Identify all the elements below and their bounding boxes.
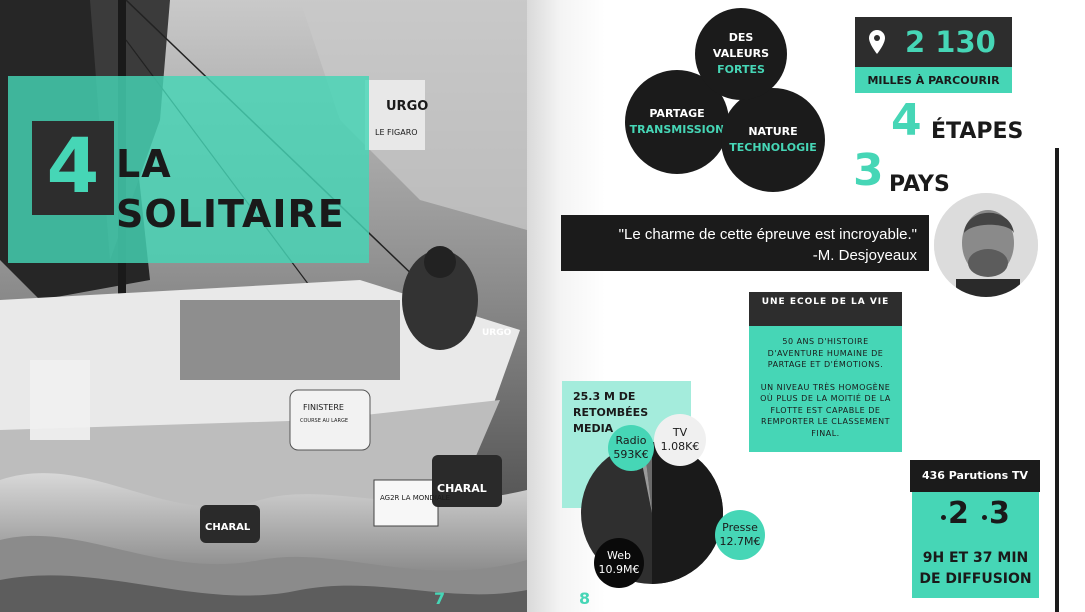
page-number-right: 8: [579, 589, 591, 608]
tv-duration: 9H ET 37 MIN DE DIFFUSION: [919, 550, 1032, 587]
title-number: 4: [46, 121, 100, 210]
distance-value-box: 2 130: [855, 17, 1012, 67]
web-label: Web: [607, 549, 631, 562]
cabin-text-2: COURSE AU LARGE: [300, 418, 348, 424]
radio-bubble: Radio 593K€: [608, 425, 654, 471]
nature-circle: NATURE TECHNOLOGIE: [721, 88, 825, 192]
hull-text-2: AG2R LA MONDIALE: [380, 494, 450, 502]
left-page: URGO LE FIGARO FINISTERE COURSE AU LARGE…: [0, 0, 527, 612]
values-line-3: FORTES: [717, 63, 765, 76]
radio-label: Radio: [615, 434, 647, 447]
portrait-image: [934, 193, 1038, 297]
tv-stats: 2 3 9H ET 37 MIN DE DIFFUSION: [912, 492, 1039, 598]
distance-value: 2 130: [905, 25, 996, 59]
title-line-2: SOLITAIRE: [116, 192, 345, 236]
title-line-1: LA: [116, 142, 172, 186]
radio-value: 593K€: [613, 448, 649, 461]
right-page: DES VALEURS FORTES PARTAGE TRANSMISSION …: [527, 0, 1085, 612]
bullet-dot: [982, 515, 987, 520]
distance-label: MILLES À PARCOURIR: [855, 67, 1012, 93]
quote-author: -M. Desjoyeaux: [812, 247, 917, 264]
school-body: 50 ANS D'HISTOIRE D'AVENTURE HUMAINE DE …: [749, 326, 902, 452]
tv-number-1: 2: [948, 496, 969, 531]
boat-sign-text: URGO: [482, 328, 512, 338]
nature-line-1: NATURE: [748, 125, 798, 138]
hull-text-3: CHARAL: [205, 522, 251, 533]
bullet-dot: [941, 515, 946, 520]
tv-label: TV: [672, 426, 688, 439]
press-label: Presse: [722, 521, 758, 534]
stages-number: 4: [891, 95, 922, 146]
school-paragraph-2: UN NIVEAU TRÈS HOMOGÈNE OÙ PLUS DE LA MO…: [760, 382, 891, 438]
press-value: 12.7M€: [719, 535, 761, 548]
cabin-text-1: FINISTERE: [303, 403, 344, 412]
sail-brand-text: URGO: [386, 99, 428, 114]
web-value: 10.9M€: [598, 563, 640, 576]
countries-label: PAYS: [889, 172, 950, 197]
sail-sub-text: LE FIGARO: [375, 128, 418, 137]
map-pin-icon: [869, 30, 885, 54]
tv-heading: 436 Parutions TV: [910, 460, 1040, 492]
press-bubble: Presse 12.7M€: [715, 510, 765, 560]
countries-number: 3: [853, 145, 884, 196]
sharing-line-1: PARTAGE: [649, 107, 705, 120]
quote-box: "Le charme de cette épreuve est incroyab…: [561, 215, 929, 271]
tv-number-2: 3: [989, 496, 1010, 531]
nature-line-2: TECHNOLOGIE: [729, 141, 817, 154]
web-bubble: Web 10.9M€: [594, 538, 644, 588]
page-number-left: 7: [434, 589, 446, 608]
values-circle: DES VALEURS FORTES: [695, 8, 787, 100]
values-line-2: VALEURS: [712, 47, 770, 60]
tv-value: 1.08K€: [660, 440, 700, 453]
quote-text: "Le charme de cette épreuve est incroyab…: [618, 226, 917, 243]
divider-bar: [1055, 148, 1059, 612]
values-line-1: DES: [728, 31, 754, 44]
school-paragraph-1: 50 ANS D'HISTOIRE D'AVENTURE HUMAINE DE …: [767, 337, 884, 369]
stages-label: ÉTAPES: [931, 119, 1024, 144]
magazine-spread: URGO LE FIGARO FINISTERE COURSE AU LARGE…: [0, 0, 1085, 612]
school-heading: UNE ECOLE DE LA VIE: [749, 292, 902, 326]
hull-text-1: CHARAL: [437, 482, 487, 495]
tv-bubble: TV 1.08K€: [654, 414, 706, 466]
sharing-line-2: TRANSMISSION: [629, 123, 725, 136]
avatar: [934, 193, 1038, 297]
